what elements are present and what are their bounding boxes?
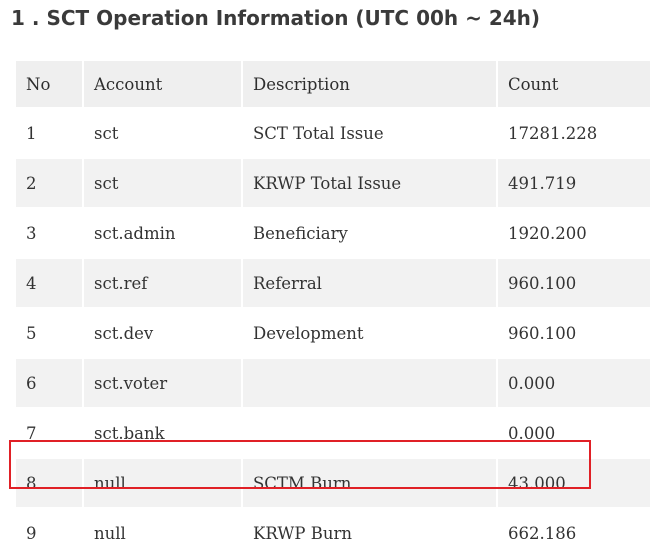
cell-count: 960.100 (496, 257, 652, 309)
cell-count: 1920.200 (496, 207, 652, 259)
table-header-row: No Account Description Count (14, 59, 652, 109)
cell-count: 0.000 (496, 407, 652, 459)
cell-account: sct.admin (82, 207, 243, 259)
cell-description (241, 357, 498, 409)
cell-no: 3 (14, 207, 84, 259)
cell-account: sct.ref (82, 257, 243, 309)
table-row: 9 null KRWP Burn 662.186 (14, 507, 652, 559)
header-account: Account (82, 59, 243, 109)
cell-count: 43.000 (496, 457, 652, 509)
cell-count: 662.186 (496, 507, 652, 559)
cell-no: 9 (14, 507, 84, 559)
table-row: 6 sct.voter 0.000 (14, 357, 652, 409)
cell-description: Development (241, 307, 498, 359)
cell-description: Beneficiary (241, 207, 498, 259)
cell-account: sct.voter (82, 357, 243, 409)
operation-table: No Account Description Count 1 sct SCT T… (14, 59, 652, 559)
cell-description: Referral (241, 257, 498, 309)
table-row: 7 sct.bank 0.000 (14, 407, 652, 459)
cell-count: 17281.228 (496, 107, 652, 159)
cell-account: sct.bank (82, 407, 243, 459)
cell-no: 2 (14, 157, 84, 209)
cell-description: KRWP Total Issue (241, 157, 498, 209)
table-row: 3 sct.admin Beneficiary 1920.200 (14, 207, 652, 259)
cell-description: SCT Total Issue (241, 107, 498, 159)
cell-count: 0.000 (496, 357, 652, 409)
header-description: Description (241, 59, 498, 109)
table-row: 5 sct.dev Development 960.100 (14, 307, 652, 359)
table-row: 2 sct KRWP Total Issue 491.719 (14, 157, 652, 209)
cell-account: sct (82, 157, 243, 209)
cell-account: null (82, 457, 243, 509)
section-title: 1 . SCT Operation Information (UTC 00h ~… (11, 6, 541, 30)
cell-no: 4 (14, 257, 84, 309)
cell-description (241, 407, 498, 459)
cell-account: sct (82, 107, 243, 159)
cell-count: 960.100 (496, 307, 652, 359)
cell-no: 8 (14, 457, 84, 509)
cell-account: sct.dev (82, 307, 243, 359)
cell-no: 6 (14, 357, 84, 409)
cell-account: null (82, 507, 243, 559)
cell-no: 7 (14, 407, 84, 459)
table-row: 4 sct.ref Referral 960.100 (14, 257, 652, 309)
cell-description: KRWP Burn (241, 507, 498, 559)
table-row: 1 sct SCT Total Issue 17281.228 (14, 107, 652, 159)
table-row-highlighted: 8 null SCTM Burn 43.000 (14, 457, 652, 509)
cell-description: SCTM Burn (241, 457, 498, 509)
cell-no: 5 (14, 307, 84, 359)
header-count: Count (496, 59, 652, 109)
cell-no: 1 (14, 107, 84, 159)
header-no: No (14, 59, 84, 109)
cell-count: 491.719 (496, 157, 652, 209)
